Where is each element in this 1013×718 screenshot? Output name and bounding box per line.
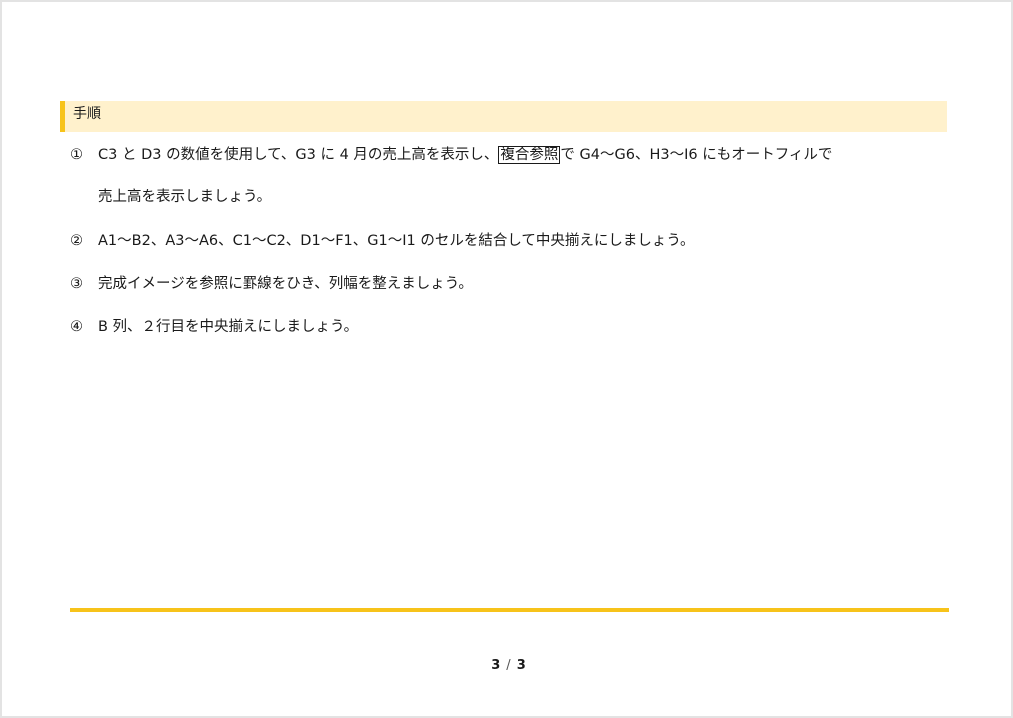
page-separator: / (506, 658, 511, 673)
section-header: 手順 (60, 101, 947, 132)
step-number: ③ (70, 276, 83, 292)
step-item: ③ 完成イメージを参照に罫線をひき、列幅を整えましょう。 (70, 273, 950, 316)
step-number: ② (70, 233, 83, 249)
step-number: ④ (70, 319, 83, 335)
step-text-part: C3 と D3 の数値を使用して、G3 に 4 月の売上高を表示し、 (98, 147, 499, 163)
footer-rule (70, 608, 949, 612)
step-text: A1～B2、A3～A6、C1～C2、D1～F1、G1～I1 のセルを結合して中央… (98, 233, 695, 249)
step-text-line2: 売上高を表示しましょう。 (98, 189, 272, 205)
steps-list: ① C3 と D3 の数値を使用して、G3 に 4 月の売上高を表示し、 複合参照… (70, 144, 950, 359)
step-number: ① (70, 147, 83, 163)
step-item: ② A1～B2、A3～A6、C1～C2、D1～F1、G1～I1 のセルを結合して… (70, 230, 950, 273)
document-page: 手順 ① C3 と D3 の数値を使用して、G3 に 4 月の売上高を表示し、複… (0, 0, 1013, 718)
step-text: B 列、２行目を中央揃えにしましょう。 (98, 319, 359, 335)
section-title: 手順 (73, 106, 101, 122)
current-page: 3 (491, 658, 501, 673)
total-pages: 3 (516, 658, 526, 673)
step-item: ① C3 と D3 の数値を使用して、G3 に 4 月の売上高を表示し、 複合参照… (70, 144, 950, 230)
step-text: C3 と D3 の数値を使用して、G3 に 4 月の売上高を表示し、 複合参照で … (98, 144, 832, 166)
step-item: ④ B 列、２行目を中央揃えにしましょう。 (70, 316, 950, 359)
step-text-part: で G4～G6、H3～I6 にもオートフィルで (560, 147, 833, 163)
step-text: 完成イメージを参照に罫線をひき、列幅を整えましょう。 (98, 276, 473, 292)
page-number: 3 / 3 (2, 658, 1013, 673)
boxed-term: 複合参照 (498, 146, 561, 164)
